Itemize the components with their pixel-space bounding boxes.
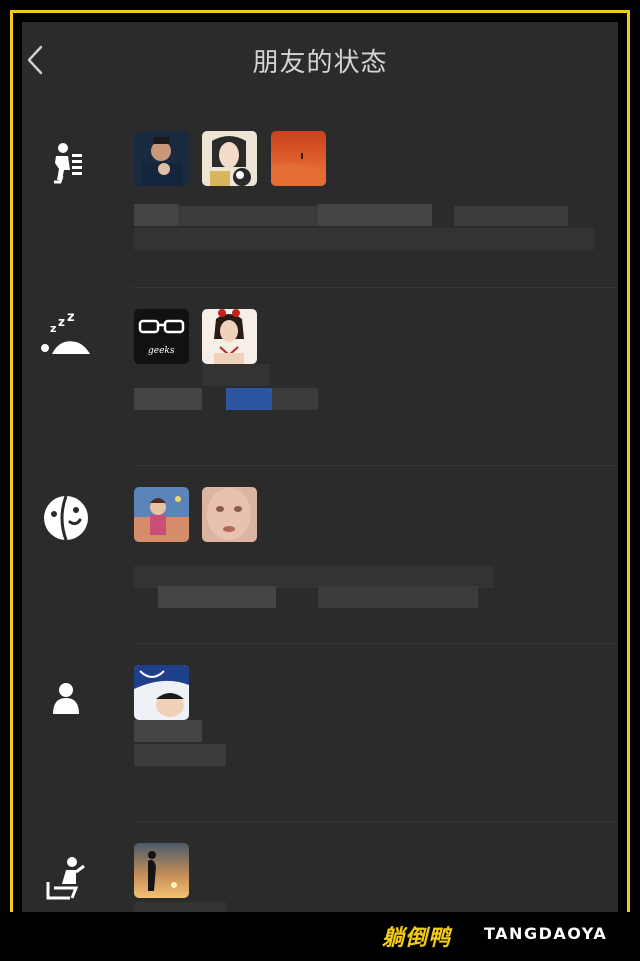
svg-text:z: z (50, 322, 56, 335)
status-group-happy[interactable] (22, 464, 618, 644)
status-group-running[interactable] (22, 108, 618, 288)
person-icon (53, 683, 79, 714)
status-group-person[interactable] (22, 642, 618, 822)
friend-avatar[interactable] (202, 487, 257, 542)
friend-avatar[interactable] (202, 131, 257, 186)
svg-text:geeks: geeks (148, 346, 175, 356)
brand-logo-cn: 躺倒鸭 (382, 926, 452, 951)
app-screen: 朋友的状态 z z z geeks (22, 22, 618, 912)
friend-avatar[interactable] (134, 843, 189, 898)
nav-header: 朋友的状态 (22, 22, 618, 98)
friend-avatar[interactable] (134, 487, 189, 542)
friend-avatar[interactable] (202, 309, 257, 364)
friend-avatar[interactable]: geeks (134, 309, 189, 364)
page-title: 朋友的状态 (252, 48, 388, 78)
watermark-footer: 躺倒鸭 TANGDAOYA (0, 912, 640, 961)
friend-avatar[interactable] (134, 131, 189, 186)
person-sitting-icon (46, 857, 85, 900)
status-group-sitting[interactable] (22, 820, 618, 912)
smiling-face-icon (44, 495, 88, 541)
running-person-icon (54, 143, 82, 184)
status-group-sleeping[interactable]: z z z geeks (22, 286, 618, 466)
friend-avatar[interactable] (271, 131, 326, 186)
sleeping-zzz-icon: z z z (41, 312, 90, 354)
svg-text:z: z (58, 315, 65, 329)
brand-logo-en: TANGDAOYA (484, 924, 608, 943)
friend-avatar[interactable] (134, 665, 189, 720)
svg-text:z: z (67, 312, 75, 325)
